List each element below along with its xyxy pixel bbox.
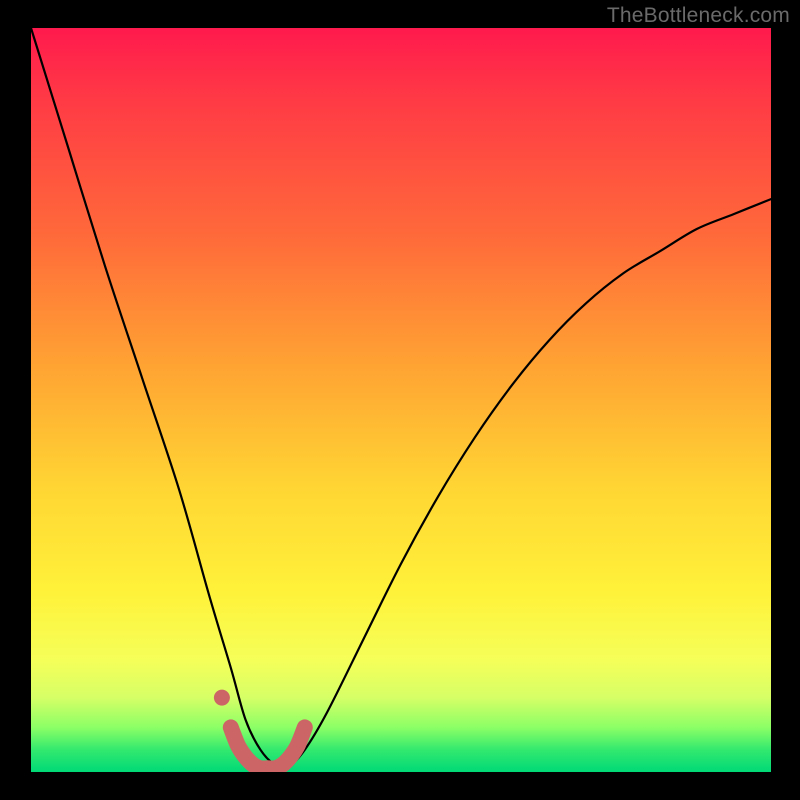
watermark-text: TheBottleneck.com	[607, 4, 790, 28]
chart-frame: TheBottleneck.com	[0, 0, 800, 800]
highlight-start-dot	[214, 690, 230, 706]
plot-area	[31, 28, 771, 772]
curve-layer	[31, 28, 771, 772]
bottleneck-curve	[31, 28, 771, 766]
highlight-segment	[231, 727, 305, 768]
